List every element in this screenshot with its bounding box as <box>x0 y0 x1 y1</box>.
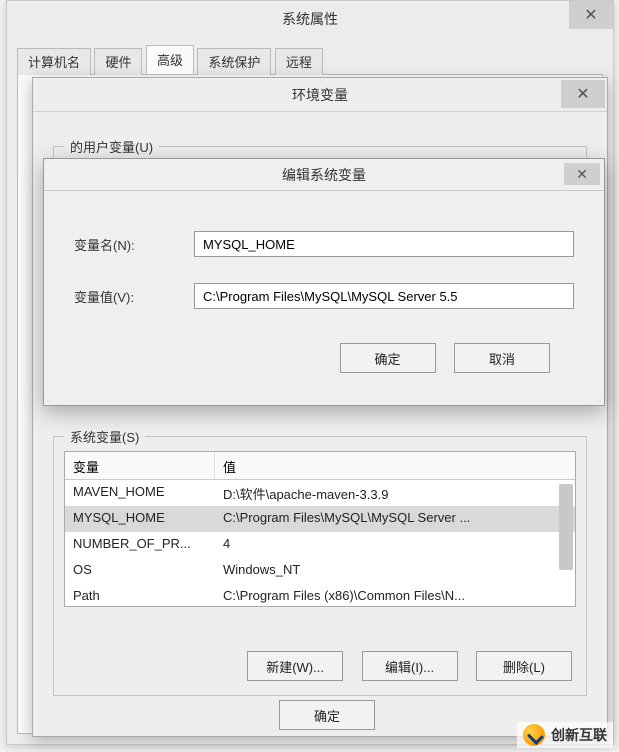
envdlg-ok-button[interactable]: 确定 <box>279 700 375 730</box>
sysprops-titlebar: 系统属性 ✕ <box>7 1 613 37</box>
cell-val: D:\软件\apache-maven-3.3.9 <box>215 480 575 506</box>
system-variables-label: 系统变量(S) <box>64 427 145 446</box>
variable-name-label: 变量名(N): <box>74 235 194 254</box>
watermark: 创新互联 <box>517 722 613 748</box>
row-variable-value: 变量值(V): <box>74 283 574 309</box>
envdlg-close-button[interactable]: ✕ <box>561 80 605 108</box>
user-variables-label: 的用户变量(U) <box>64 137 159 156</box>
table-row[interactable]: Path C:\Program Files (x86)\Common Files… <box>65 584 575 607</box>
col-value[interactable]: 值 <box>215 452 575 479</box>
variable-name-input[interactable] <box>194 231 574 257</box>
variable-value-input[interactable] <box>194 283 574 309</box>
cell-val: Windows_NT <box>215 558 575 584</box>
tab-systemprotection[interactable]: 系统保护 <box>197 48 271 75</box>
col-variable[interactable]: 变量 <box>65 452 215 479</box>
table-header: 变量 值 <box>65 452 575 480</box>
tab-body: 环境变量 ✕ 的用户变量(U) 编辑系统变量 ✕ 变量名(N): <box>17 75 603 734</box>
tab-advanced[interactable]: 高级 <box>146 45 194 74</box>
table-row[interactable]: NUMBER_OF_PR... 4 <box>65 532 575 558</box>
sysvars-delete-button[interactable]: 删除(L) <box>476 651 572 681</box>
editdlg-ok-button[interactable]: 确定 <box>340 343 436 373</box>
system-properties-window: 系统属性 ✕ 计算机名 硬件 高级 系统保护 远程 环境变量 ✕ 的用户变量(U… <box>6 0 614 745</box>
tab-remote[interactable]: 远程 <box>275 48 323 75</box>
cell-var: NUMBER_OF_PR... <box>65 532 215 558</box>
system-variables-group: 系统变量(S) 变量 值 MAVEN_HOME D:\软件\apache-mav… <box>53 436 587 696</box>
sysvars-new-button[interactable]: 新建(W)... <box>247 651 343 681</box>
editdlg-title: 编辑系统变量 <box>44 159 604 191</box>
table-body: MAVEN_HOME D:\软件\apache-maven-3.3.9 MYSQ… <box>65 480 575 607</box>
watermark-logo-icon <box>523 724 545 746</box>
editdlg-close-button[interactable]: ✕ <box>564 163 600 185</box>
table-row[interactable]: OS Windows_NT <box>65 558 575 584</box>
tabstrip: 计算机名 硬件 高级 系统保护 远程 <box>17 45 603 75</box>
editdlg-titlebar: 编辑系统变量 ✕ <box>44 159 604 191</box>
cell-var: OS <box>65 558 215 584</box>
envdlg-title: 环境变量 <box>33 78 607 112</box>
envdlg-ok-area: 确定 <box>265 700 375 730</box>
scrollbar-thumb[interactable] <box>559 484 573 570</box>
sysvars-edit-button[interactable]: 编辑(I)... <box>362 651 458 681</box>
sysprops-close-button[interactable]: ✕ <box>569 1 613 29</box>
sysvars-buttons: 新建(W)... 编辑(I)... 删除(L) <box>233 651 572 681</box>
tab-computername[interactable]: 计算机名 <box>17 48 91 75</box>
system-variables-table: 变量 值 MAVEN_HOME D:\软件\apache-maven-3.3.9… <box>64 451 576 607</box>
watermark-text: 创新互联 <box>551 725 607 745</box>
tab-hardware[interactable]: 硬件 <box>94 48 142 75</box>
cell-val: 4 <box>215 532 575 558</box>
environment-variables-dialog: 环境变量 ✕ 的用户变量(U) 编辑系统变量 ✕ 变量名(N): <box>32 77 608 737</box>
cell-var: MAVEN_HOME <box>65 480 215 506</box>
cell-val: C:\Program Files (x86)\Common Files\N... <box>215 584 575 607</box>
sysprops-title: 系统属性 <box>7 1 613 37</box>
editdlg-cancel-button[interactable]: 取消 <box>454 343 550 373</box>
variable-value-label: 变量值(V): <box>74 287 194 306</box>
table-row[interactable]: MYSQL_HOME C:\Program Files\MySQL\MySQL … <box>65 506 575 532</box>
edit-form: 变量名(N): 变量值(V): 确定 取消 <box>44 191 604 373</box>
edit-system-variable-dialog: 编辑系统变量 ✕ 变量名(N): 变量值(V): 确定 取消 <box>43 158 605 406</box>
cell-val: C:\Program Files\MySQL\MySQL Server ... <box>215 506 575 532</box>
table-row[interactable]: MAVEN_HOME D:\软件\apache-maven-3.3.9 <box>65 480 575 506</box>
editdlg-buttons: 确定 取消 <box>74 335 574 373</box>
envdlg-titlebar: 环境变量 ✕ <box>33 78 607 112</box>
row-variable-name: 变量名(N): <box>74 231 574 257</box>
cell-var: MYSQL_HOME <box>65 506 215 532</box>
cell-var: Path <box>65 584 215 607</box>
